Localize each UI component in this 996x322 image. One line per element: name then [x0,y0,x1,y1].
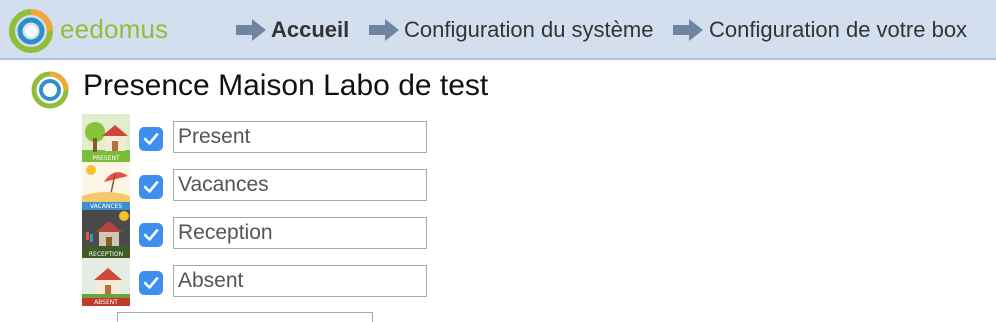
checkmark-icon [143,277,159,289]
enable-checkbox[interactable] [139,175,163,199]
arrow-right-icon [236,19,266,41]
thumb-label: PRESENT [92,155,120,162]
eedomus-logo-icon[interactable] [8,8,54,54]
eedomus-ring-icon [31,71,69,109]
house-party-icon: RECEPTION [82,210,130,258]
enable-checkbox[interactable] [139,271,163,295]
mode-name-input[interactable] [173,217,427,249]
mode-row-reception: RECEPTION [0,210,996,258]
checkmark-icon [143,229,159,241]
enable-checkbox[interactable] [139,223,163,247]
mode-row-present: PRESENT [0,114,996,162]
beach-umbrella-icon: VACANCES [82,162,130,210]
checkmark-icon [143,181,159,193]
mode-name-input[interactable] [173,169,427,201]
partial-input-field[interactable] [117,312,373,322]
thumb-label: ABSENT [94,299,118,306]
page-title: Presence Maison Labo de test [83,69,489,102]
top-navigation-bar: eedomus Accueil Configuration du système… [0,0,996,60]
arrow-right-icon [369,19,399,41]
thumb-label: RECEPTION [89,251,123,258]
checkmark-icon [143,133,159,145]
breadcrumb-home[interactable]: Accueil [271,17,349,43]
thumb-label: VACANCES [90,203,122,210]
mode-row-vacances: VACANCES [0,162,996,210]
mode-name-input[interactable] [173,121,427,153]
brand-name[interactable]: eedomus [60,14,168,45]
breadcrumb-system-config[interactable]: Configuration du système [404,17,653,43]
house-locked-icon: ABSENT [82,258,130,306]
mode-row-absent: ABSENT [0,258,996,306]
arrow-right-icon [673,19,703,41]
enable-checkbox[interactable] [139,127,163,151]
mode-name-input[interactable] [173,265,427,297]
breadcrumb-box-config[interactable]: Configuration de votre box [709,17,967,43]
house-tree-icon: PRESENT [82,114,130,162]
